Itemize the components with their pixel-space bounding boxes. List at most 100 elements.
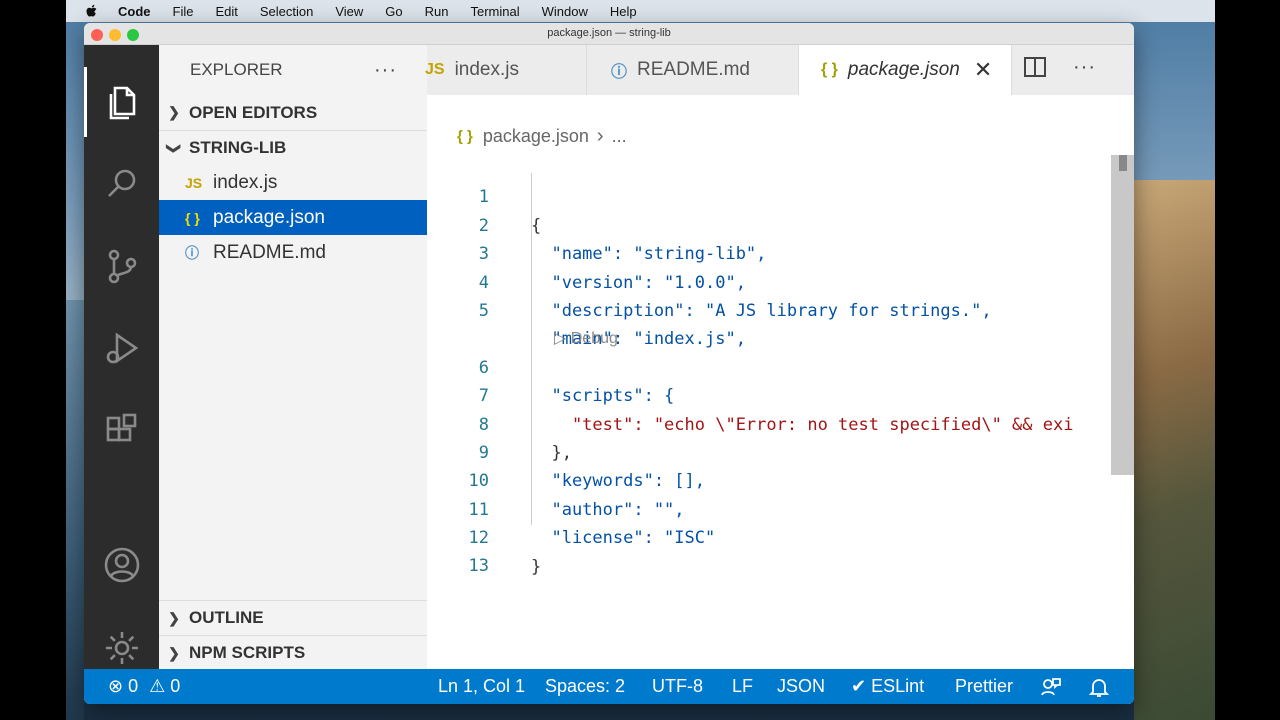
code-line: 11 "license": "ISC": [427, 467, 1134, 548]
problems-indicator[interactable]: ⊗ 0 ⚠ 0: [108, 676, 180, 697]
menu-edit[interactable]: Edit: [215, 4, 237, 19]
vertical-scrollbar[interactable]: [1111, 155, 1134, 475]
breadcrumb-separator: ›: [596, 125, 604, 147]
code-line: 3 "version": "1.0.0",: [427, 212, 1134, 292]
menu-selection[interactable]: Selection: [260, 4, 313, 19]
npm-scripts-label: NPM SCRIPTS: [189, 643, 306, 662]
wallpaper-cliff: [1134, 180, 1215, 720]
wallpaper-sea: [66, 300, 84, 720]
status-bar: ⊗ 0 ⚠ 0 Ln 1, Col 1 Spaces: 2 UTF-8 LF J…: [84, 669, 1134, 704]
eslint-status[interactable]: ✔︎ ESLint: [851, 676, 924, 697]
tab-label: package.json: [847, 59, 960, 80]
code-line: 4 "description": "A JS library for strin…: [427, 240, 1134, 321]
info-file-icon: ⓘ: [185, 244, 199, 261]
extensions-icon[interactable]: [84, 395, 159, 465]
tab-package-json[interactable]: { } package.json ✕: [799, 45, 1012, 95]
code-line: 12 }: [427, 496, 1134, 576]
eslint-label: ESLint: [871, 676, 925, 696]
code-line: 6 "scripts": {: [427, 325, 1134, 406]
open-editors-section[interactable]: ❯ OPEN EDITORS: [159, 95, 427, 130]
chevron-down-icon: ❯: [166, 142, 183, 154]
feedback-icon[interactable]: [1040, 676, 1062, 703]
scrollbar-cursor-marker: [1119, 155, 1127, 171]
tab-label: index.js: [454, 59, 519, 80]
window-title: package.json — string-lib: [547, 27, 671, 39]
json-file-icon: { }: [185, 209, 200, 226]
encoding[interactable]: UTF-8: [652, 676, 703, 697]
code-line: 10 "author": "",: [427, 439, 1134, 519]
tab-label: README.md: [637, 59, 750, 80]
check-icon: ✔︎: [851, 676, 867, 696]
menu-file[interactable]: File: [173, 4, 194, 19]
apple-icon[interactable]: [84, 3, 100, 19]
more-actions-icon[interactable]: ···: [1073, 56, 1096, 79]
menu-terminal[interactable]: Terminal: [471, 4, 520, 19]
split-editor-icon[interactable]: [1023, 55, 1047, 79]
explorer-title: EXPLORER: [190, 60, 283, 79]
outline-label: OUTLINE: [189, 608, 264, 627]
editor-area: JS index.js ⓘ README.md { } package.json…: [425, 45, 1134, 691]
file-item-package-json[interactable]: { } package.json: [159, 200, 427, 235]
run-debug-icon[interactable]: [84, 313, 159, 383]
warning-icon: ⚠: [149, 676, 166, 696]
file-name: README.md: [213, 241, 326, 263]
code-line: 5 "main": "index.js",: [427, 269, 1134, 349]
code-line: 9 "keywords": [],: [427, 411, 1134, 491]
files-icon[interactable]: [84, 67, 159, 137]
npm-scripts-section[interactable]: ❯ NPM SCRIPTS: [159, 635, 427, 670]
menu-run[interactable]: Run: [425, 4, 449, 19]
more-actions-icon[interactable]: ···: [374, 59, 397, 82]
folder-label: STRING-LIB: [189, 138, 287, 157]
tab-index-js[interactable]: JS index.js: [425, 45, 587, 95]
file-item-readme-md[interactable]: ⓘ README.md: [159, 235, 427, 270]
editor-tabs: JS index.js ⓘ README.md { } package.json…: [425, 45, 1134, 95]
open-editors-label: OPEN EDITORS: [189, 102, 318, 122]
code-editor[interactable]: 1 { 2 "name": "string-lib", 3 "version":…: [427, 155, 1134, 576]
folder-section[interactable]: ❯ STRING-LIB: [159, 130, 427, 165]
tab-readme-md[interactable]: ⓘ README.md: [587, 45, 799, 95]
menu-go[interactable]: Go: [385, 4, 402, 19]
account-icon[interactable]: [84, 530, 159, 600]
screen-border-right: [1215, 0, 1280, 720]
indentation[interactable]: Spaces: 2: [545, 676, 625, 697]
json-file-icon: { }: [457, 128, 473, 145]
search-icon[interactable]: [84, 149, 159, 219]
prettier-status[interactable]: Prettier: [955, 676, 1013, 697]
breadcrumb-rest[interactable]: ...: [612, 126, 627, 147]
file-name: package.json: [213, 206, 325, 228]
error-icon: ⊗: [108, 676, 124, 696]
cursor-position[interactable]: Ln 1, Col 1: [438, 676, 525, 697]
warning-count: 0: [170, 676, 181, 696]
end-of-line[interactable]: LF: [732, 676, 753, 697]
chevron-right-icon: ❯: [168, 609, 180, 626]
menu-window[interactable]: Window: [542, 4, 588, 19]
source-control-icon[interactable]: [84, 231, 159, 301]
menu-help[interactable]: Help: [610, 4, 637, 19]
menu-view[interactable]: View: [335, 4, 363, 19]
js-file-icon: JS: [185, 174, 203, 191]
notifications-icon[interactable]: [1088, 676, 1110, 703]
line-number: 13: [468, 556, 489, 577]
code-line: 8 },: [427, 382, 1134, 463]
close-window-button[interactable]: [91, 29, 103, 41]
error-count: 0: [128, 676, 139, 696]
title-bar: package.json — string-lib: [84, 23, 1134, 45]
minimize-window-button[interactable]: [109, 29, 121, 41]
language-mode[interactable]: JSON: [777, 676, 825, 697]
file-item-index-js[interactable]: JS index.js: [159, 165, 427, 200]
menu-app-name[interactable]: Code: [118, 4, 151, 19]
editor-actions: ···: [1023, 55, 1096, 79]
zoom-window-button[interactable]: [127, 29, 139, 41]
code-line: 7 "test": "echo \"Error: no test specifi…: [427, 354, 1134, 434]
mac-menubar: Code File Edit Selection View Go Run Ter…: [66, 0, 1215, 22]
sidebar-bottom-sections: ❯ OUTLINE ❯ NPM SCRIPTS: [159, 600, 427, 670]
activity-bar: 1: [84, 45, 159, 693]
breadcrumb-file[interactable]: package.json: [483, 126, 589, 147]
explorer-header: EXPLORER ···: [159, 45, 427, 95]
screen-border-left: [0, 0, 66, 720]
code-line: 2 "name": "string-lib",: [427, 183, 1134, 264]
close-tab-icon[interactable]: ✕: [974, 57, 992, 83]
outline-section[interactable]: ❯ OUTLINE: [159, 600, 427, 635]
file-name: index.js: [213, 171, 278, 193]
code-line: 1 {: [427, 155, 1134, 235]
